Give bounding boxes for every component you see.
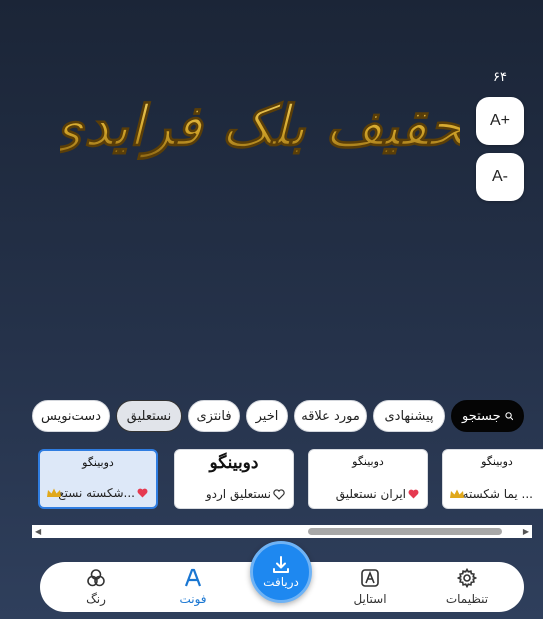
search-icon — [505, 412, 513, 421]
decrease-size-button[interactable]: A- — [476, 153, 524, 201]
nav-style-label: استایل — [353, 592, 387, 606]
font-name: یما شکسته ... — [462, 487, 533, 501]
download-icon — [273, 556, 289, 573]
font-card-label: شکسته نستع... — [58, 486, 148, 500]
chip-recent-label: اخیر — [255, 408, 279, 424]
chip-fantasy[interactable]: فانتزی — [188, 400, 240, 432]
gear-icon — [457, 568, 477, 588]
nav-color-label: رنگ — [86, 592, 106, 606]
font-sample: دوبینگو — [352, 455, 384, 468]
horizontal-scrollbar[interactable]: ◀ ▶ — [32, 525, 532, 538]
heart-filled-icon[interactable] — [137, 488, 148, 498]
nav-font[interactable]: فونت — [158, 568, 228, 606]
preview-text: تحقیف بلک فرایدی — [60, 93, 460, 160]
scroll-right-arrow-icon[interactable]: ▶ — [523, 527, 529, 536]
font-preview-canvas: تحقیف بلک فرایدی — [60, 93, 460, 161]
font-card-label: ایران نستعلیق — [336, 487, 419, 501]
chip-nastaliq[interactable]: نستعلیق — [116, 400, 182, 432]
chip-fantasy-label: فانتزی — [196, 408, 232, 424]
font-size-value: ۶۴ — [493, 70, 507, 85]
font-sample: دوبینگو — [82, 456, 114, 469]
scroll-left-arrow-icon[interactable]: ◀ — [35, 527, 41, 536]
chip-handwriting-label: دست‌نویس — [41, 408, 101, 424]
scrollbar-thumb[interactable] — [308, 528, 502, 535]
font-card[interactable]: دوبینگو ایران نستعلیق — [308, 449, 428, 509]
chip-favorites[interactable]: مورد علاقه — [294, 400, 367, 432]
font-sample: دوبینگو — [481, 455, 513, 468]
download-label: دریافت — [263, 575, 299, 589]
font-sample: دوبینگو — [209, 453, 259, 473]
palette-circles-icon — [87, 569, 105, 587]
chip-handwriting[interactable]: دست‌نویس — [32, 400, 110, 432]
download-button[interactable]: دریافت — [250, 541, 312, 603]
chip-suggested-label: پیشنهادی — [384, 408, 434, 424]
heart-filled-icon[interactable] — [408, 489, 419, 499]
font-card-label: یما شکسته ... — [463, 487, 533, 501]
font-cards-row: دوبینگو شکسته نستع... دوبینگو نستعلیق ار… — [0, 449, 543, 511]
category-chips: جستجو پیشنهادی مورد علاقه اخیر فانتزی نس… — [0, 400, 543, 434]
chip-favorites-label: مورد علاقه — [301, 408, 360, 424]
increase-size-button[interactable]: A+ — [476, 97, 524, 145]
crown-icon — [450, 489, 464, 498]
search-chip[interactable]: جستجو — [451, 400, 524, 432]
nav-color[interactable]: رنگ — [61, 568, 131, 606]
nav-font-label: فونت — [179, 592, 207, 606]
chip-nastaliq-label: نستعلیق — [126, 408, 172, 424]
font-card-label: نستعلیق اردو — [206, 487, 285, 501]
font-card[interactable]: دوبینگو نستعلیق اردو — [174, 449, 294, 509]
font-card[interactable]: دوبینگو شکسته نستع... — [38, 449, 158, 509]
chip-suggested[interactable]: پیشنهادی — [373, 400, 445, 432]
nav-settings-label: تنظیمات — [445, 592, 489, 606]
font-name: ایران نستعلیق — [335, 487, 406, 501]
heart-outline-icon[interactable] — [273, 488, 285, 500]
nav-style[interactable]: استایل — [335, 568, 405, 606]
search-chip-label: جستجو — [462, 408, 501, 424]
font-name: نستعلیق اردو — [205, 487, 271, 501]
chip-recent[interactable]: اخیر — [246, 400, 288, 432]
crown-icon — [47, 488, 61, 497]
font-name: شکسته نستع... — [58, 486, 135, 500]
nav-settings[interactable]: تنظیمات — [432, 568, 502, 606]
font-a-icon — [184, 568, 202, 587]
style-icon — [361, 569, 379, 587]
font-card[interactable]: دوبینگو یما شکسته ... — [442, 449, 543, 509]
